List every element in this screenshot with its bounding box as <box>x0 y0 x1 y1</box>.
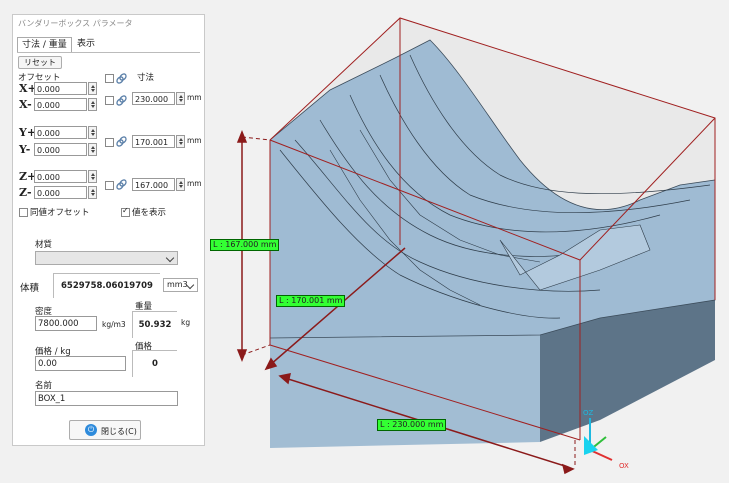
dimension-x-spinner[interactable] <box>176 92 185 105</box>
dimension-z-input[interactable]: 167.000 <box>132 178 175 191</box>
chain-link-icon[interactable] <box>116 179 127 190</box>
dim-label-x: L : 230.000 mm <box>377 419 447 431</box>
name-input[interactable]: BOX_1 <box>35 391 178 406</box>
tab-divider <box>17 52 200 53</box>
tab-display[interactable]: 表示 <box>73 37 99 52</box>
offset-xm-input[interactable]: 0.000 <box>34 98 87 111</box>
model-front-face <box>270 335 540 448</box>
chain-link-icon[interactable] <box>116 95 127 106</box>
dimension-z-spinner[interactable] <box>176 178 185 191</box>
offset-yp-input[interactable]: 0.000 <box>34 126 87 139</box>
offset-zp-spinner[interactable] <box>88 170 97 183</box>
density-unit: kg/m3 <box>102 320 126 329</box>
power-icon: ⏻ <box>85 424 97 436</box>
extension-line <box>241 136 271 141</box>
dimension-y-spinner[interactable] <box>176 135 185 148</box>
dialog-title: バンダリーボックス パラメータ <box>18 19 133 28</box>
offset-zm-input[interactable]: 0.000 <box>34 186 87 199</box>
name-label: 名前 <box>35 381 53 391</box>
link-z-checkbox[interactable] <box>105 181 114 190</box>
reset-button[interactable]: リセット <box>18 56 62 69</box>
arrow-head <box>561 463 575 475</box>
dim-label-z: L : 167.000 mm <box>210 239 280 251</box>
same-offset-checkbox[interactable] <box>19 208 28 217</box>
chain-link-icon[interactable] <box>116 73 127 84</box>
price-value: 0 <box>132 350 177 377</box>
offset-yp-spinner[interactable] <box>88 126 97 139</box>
axis-label-zm: Z- <box>19 186 32 199</box>
volume-label: 体積 <box>20 283 40 294</box>
bounding-box-dialog: バンダリーボックス パラメータ 寸法 / 重量 表示 リセット オフセット 寸法… <box>12 14 205 446</box>
weight-value: 50.932 <box>132 311 177 338</box>
density-input[interactable]: 7800.000 <box>35 316 97 331</box>
volume-unit-select[interactable]: mm3 <box>163 278 198 292</box>
dimension-y-input[interactable]: 170.001 <box>132 135 175 148</box>
material-label: 材質 <box>35 240 53 250</box>
material-select[interactable] <box>35 251 178 265</box>
dimension-z-unit: mm <box>187 179 202 188</box>
offset-ym-spinner[interactable] <box>88 143 97 156</box>
axis-label-xm: X- <box>19 98 32 111</box>
offset-xm-spinner[interactable] <box>88 98 97 111</box>
offset-ym-input[interactable]: 0.000 <box>34 143 87 156</box>
volume-value: 6529758.06019709 <box>53 273 160 298</box>
axis-label-ym: Y- <box>19 143 31 156</box>
dimension-label: 寸法 <box>137 73 155 83</box>
tab-dimensions-weight[interactable]: 寸法 / 重量 <box>17 37 72 53</box>
weight-unit: kg <box>181 318 191 327</box>
dimension-y-unit: mm <box>187 136 202 145</box>
chain-link-icon[interactable] <box>116 136 127 147</box>
close-button-label: 閉じる(C) <box>101 427 137 436</box>
link-x-checkbox-top[interactable] <box>105 74 114 83</box>
chevron-down-icon <box>165 253 175 263</box>
same-offset-label: 同値オフセット <box>30 208 90 218</box>
show-values-label: 値を表示 <box>132 208 167 218</box>
dimension-x-unit: mm <box>187 93 202 102</box>
offset-zp-input[interactable]: 0.000 <box>34 170 87 183</box>
dimension-x-input[interactable]: 230.000 <box>132 92 175 105</box>
link-x-checkbox[interactable] <box>105 96 114 105</box>
link-y-checkbox[interactable] <box>105 138 114 147</box>
triad-x-label: OX <box>619 462 629 470</box>
offset-zm-spinner[interactable] <box>88 186 97 199</box>
dim-label-y: L : 170.001 mm <box>276 295 346 307</box>
triad-z-label: OZ <box>583 409 594 417</box>
offset-xp-spinner[interactable] <box>88 82 97 95</box>
offset-xp-input[interactable]: 0.000 <box>34 82 87 95</box>
show-values-checkbox[interactable] <box>121 206 130 217</box>
unit-price-input[interactable]: 0.00 <box>35 356 126 371</box>
close-button[interactable]: ⏻ 閉じる(C) <box>69 420 141 440</box>
